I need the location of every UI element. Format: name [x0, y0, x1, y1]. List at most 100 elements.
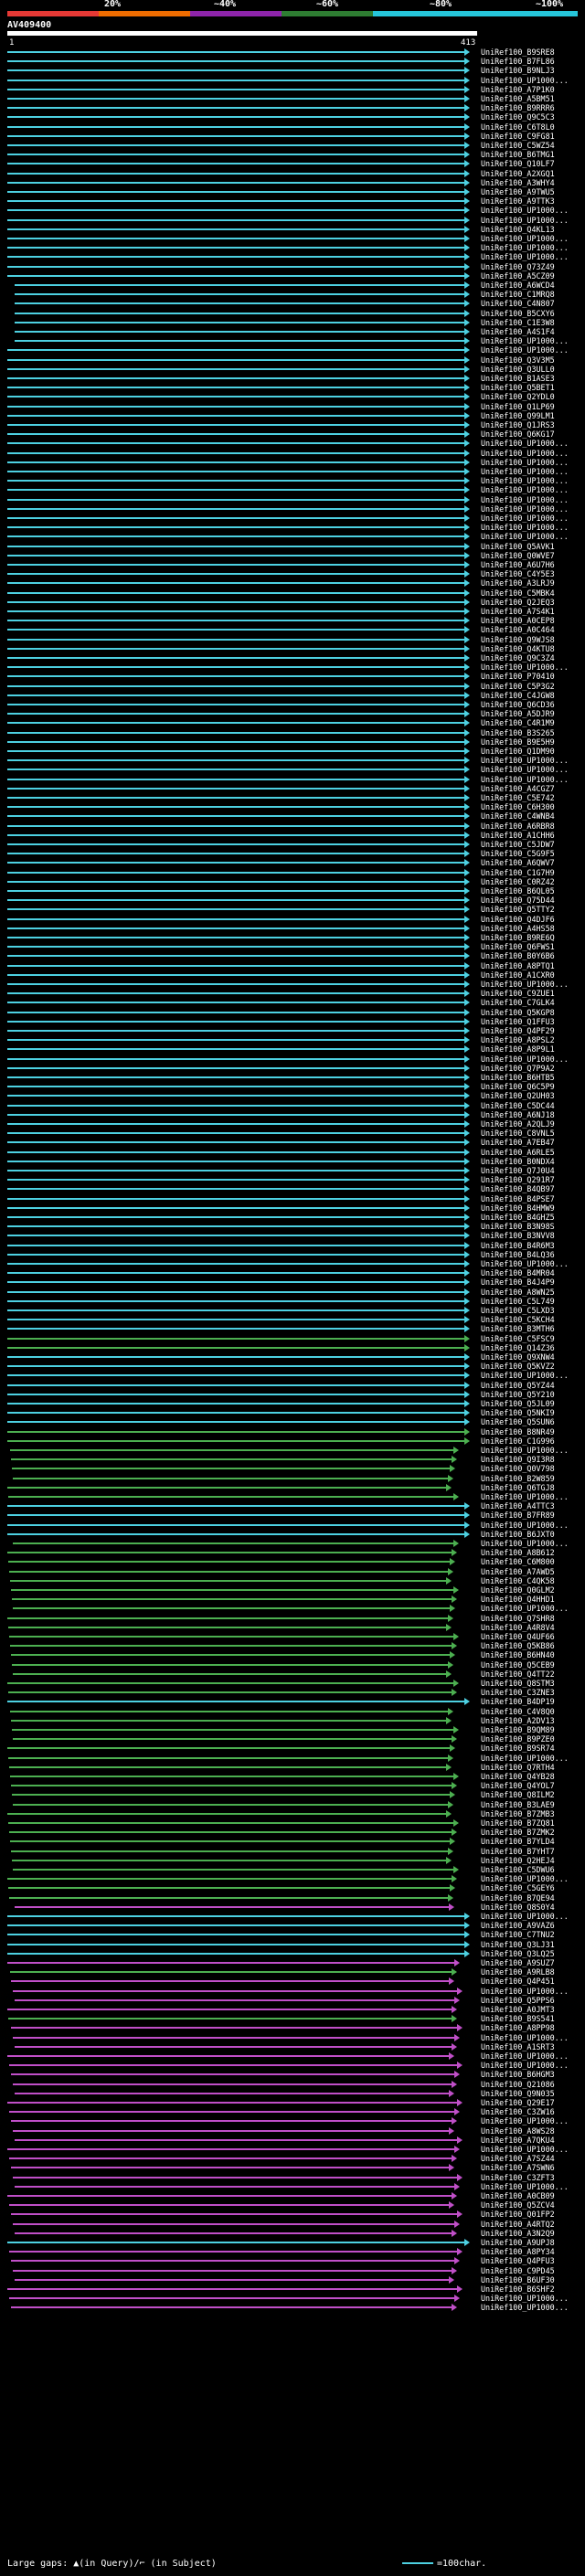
hit-row[interactable]: UniRef100_Q6KG17 [0, 429, 585, 439]
hit-row[interactable]: UniRef100_B4HMW9 [0, 1203, 585, 1213]
hit-row[interactable]: UniRef100_UP1000... [0, 336, 585, 345]
hit-row[interactable]: UniRef100_Q6TGJ8 [0, 1483, 585, 1492]
hit-name-link[interactable]: UniRef100_UP1000... [481, 504, 569, 514]
hit-name-link[interactable]: UniRef100_UP1000... [481, 532, 569, 541]
hit-name-link[interactable]: UniRef100_Q10LF7 [481, 159, 555, 168]
hit-row[interactable]: UniRef100_B6TMG1 [0, 150, 585, 159]
hit-row[interactable]: UniRef100_C5GEY6 [0, 1883, 585, 1892]
hit-row[interactable]: UniRef100_B4J4P9 [0, 1277, 585, 1287]
hit-row[interactable]: UniRef100_Q14Z36 [0, 1343, 585, 1352]
hit-name-link[interactable]: UniRef100_UP1000... [481, 243, 569, 252]
hit-row[interactable]: UniRef100_C9ZUE1 [0, 989, 585, 998]
hit-name-link[interactable]: UniRef100_Q5ZCV4 [481, 2200, 555, 2210]
hit-row[interactable]: UniRef100_UP1000... [0, 523, 585, 532]
hit-name-link[interactable]: UniRef100_B2W859 [481, 1474, 555, 1483]
hit-name-link[interactable]: UniRef100_Q5KVZ2 [481, 1362, 555, 1371]
hit-name-link[interactable]: UniRef100_A4S1F4 [481, 327, 555, 336]
hit-row[interactable]: UniRef100_UP1000... [0, 2182, 585, 2191]
hit-row[interactable]: UniRef100_Q1DM90 [0, 747, 585, 756]
hit-name-link[interactable]: UniRef100_Q75D44 [481, 896, 555, 905]
hit-row[interactable]: UniRef100_A3WHY4 [0, 178, 585, 187]
hit-name-link[interactable]: UniRef100_A0CEP8 [481, 616, 555, 625]
hit-name-link[interactable]: UniRef100_UP1000... [481, 1754, 569, 1763]
hit-row[interactable]: UniRef100_B6HGM3 [0, 2070, 585, 2079]
hit-name-link[interactable]: UniRef100_A4HS58 [481, 924, 555, 933]
hit-name-link[interactable]: UniRef100_A6QWV7 [481, 858, 555, 867]
hit-row[interactable]: UniRef100_B9SR74 [0, 1744, 585, 1753]
hit-name-link[interactable]: UniRef100_B8NR49 [481, 1427, 555, 1436]
hit-row[interactable]: UniRef100_UP1000... [0, 2051, 585, 2061]
hit-row[interactable]: UniRef100_UP1000... [0, 1539, 585, 1548]
hit-name-link[interactable]: UniRef100_B9QM89 [481, 1725, 555, 1734]
hit-name-link[interactable]: UniRef100_Q4DJF6 [481, 915, 555, 924]
hit-name-link[interactable]: UniRef100_Q6CD36 [481, 700, 555, 709]
hit-name-link[interactable]: UniRef100_Q73Z49 [481, 262, 555, 271]
hit-row[interactable]: UniRef100_Q4DJF6 [0, 915, 585, 924]
hit-row[interactable]: UniRef100_C3ZNE3 [0, 1688, 585, 1697]
hit-row[interactable]: UniRef100_B9RE6Q [0, 933, 585, 942]
hit-name-link[interactable]: UniRef100_B9E5H9 [481, 737, 555, 747]
hit-name-link[interactable]: UniRef100_B7YLD4 [481, 1837, 555, 1846]
hit-row[interactable]: UniRef100_UP1000... [0, 514, 585, 523]
hit-name-link[interactable]: UniRef100_B4HMW9 [481, 1203, 555, 1213]
hit-name-link[interactable]: UniRef100_C7GLK4 [481, 998, 555, 1007]
hit-row[interactable]: UniRef100_A7S4K1 [0, 607, 585, 616]
hit-row[interactable]: UniRef100_B9SRE8 [0, 48, 585, 57]
hit-row[interactable]: UniRef100_UP1000... [0, 1874, 585, 1883]
hit-name-link[interactable]: UniRef100_B6JXT0 [481, 1530, 555, 1539]
hit-name-link[interactable]: UniRef100_C3ZNE3 [481, 1688, 555, 1697]
hit-row[interactable]: UniRef100_UP1000... [0, 1987, 585, 1996]
hit-row[interactable]: UniRef100_Q9XNW4 [0, 1352, 585, 1362]
hit-name-link[interactable]: UniRef100_Q7P9A2 [481, 1064, 555, 1073]
hit-name-link[interactable]: UniRef100_UP1000... [481, 2061, 569, 2070]
hit-name-link[interactable]: UniRef100_A2DV13 [481, 1716, 555, 1725]
hit-name-link[interactable]: UniRef100_A7EB47 [481, 1138, 555, 1147]
hit-row[interactable]: UniRef100_A4TTC3 [0, 1501, 585, 1511]
hit-name-link[interactable]: UniRef100_A0JMT3 [481, 2005, 555, 2014]
hit-row[interactable]: UniRef100_C9PD45 [0, 2266, 585, 2275]
hit-name-link[interactable]: UniRef100_C6H300 [481, 802, 555, 811]
hit-row[interactable]: UniRef100_A6WCD4 [0, 281, 585, 290]
hit-row[interactable]: UniRef100_Q4P451 [0, 1977, 585, 1986]
hit-row[interactable]: UniRef100_C5G9F5 [0, 849, 585, 858]
hit-row[interactable]: UniRef100_Q29E17 [0, 2098, 585, 2107]
hit-row[interactable]: UniRef100_A8WN25 [0, 1288, 585, 1297]
hit-row[interactable]: UniRef100_A1SRT3 [0, 2042, 585, 2051]
hit-row[interactable]: UniRef100_B0Y6B6 [0, 951, 585, 960]
hit-row[interactable]: UniRef100_Q5TTY2 [0, 905, 585, 914]
hit-row[interactable]: UniRef100_Q9I3R8 [0, 1455, 585, 1464]
hit-row[interactable]: UniRef100_B9E5H9 [0, 737, 585, 747]
hit-row[interactable]: UniRef100_UP1000... [0, 2061, 585, 2070]
hit-name-link[interactable]: UniRef100_C4QK58 [481, 1576, 555, 1585]
hit-row[interactable]: UniRef100_C6M800 [0, 1557, 585, 1566]
hit-name-link[interactable]: UniRef100_Q0GLM2 [481, 1585, 555, 1595]
hit-row[interactable]: UniRef100_C1G7H9 [0, 868, 585, 877]
hit-row[interactable]: UniRef100_A9RLB8 [0, 1967, 585, 1977]
hit-name-link[interactable]: UniRef100_Q1LP69 [481, 402, 555, 411]
hit-row[interactable]: UniRef100_B2W859 [0, 1474, 585, 1483]
hit-name-link[interactable]: UniRef100_B7QE94 [481, 1893, 555, 1903]
hit-row[interactable]: UniRef100_Q3LJ31 [0, 1940, 585, 1949]
hit-name-link[interactable]: UniRef100_Q2YDL0 [481, 392, 555, 401]
hit-row[interactable]: UniRef100_Q75D44 [0, 896, 585, 905]
hit-name-link[interactable]: UniRef100_B4PSE7 [481, 1194, 555, 1203]
hit-row[interactable]: UniRef100_UP1000... [0, 1492, 585, 1501]
hit-name-link[interactable]: UniRef100_UP1000... [481, 523, 569, 532]
hit-name-link[interactable]: UniRef100_B9PZE0 [481, 1734, 555, 1744]
hit-row[interactable]: UniRef100_C5MBK4 [0, 588, 585, 598]
hit-name-link[interactable]: UniRef100_C3ZW16 [481, 2107, 555, 2116]
hit-row[interactable]: UniRef100_A8PP98 [0, 2023, 585, 2032]
hit-row[interactable]: UniRef100_A4S1F4 [0, 327, 585, 336]
hit-name-link[interactable]: UniRef100_C9ZUE1 [481, 989, 555, 998]
hit-row[interactable]: UniRef100_Q5KVZ2 [0, 1362, 585, 1371]
hit-name-link[interactable]: UniRef100_Q3ULL0 [481, 365, 555, 374]
hit-row[interactable]: UniRef100_B6HN40 [0, 1650, 585, 1659]
hit-row[interactable]: UniRef100_Q5NKI9 [0, 1408, 585, 1417]
hit-row[interactable]: UniRef100_Q4HHD1 [0, 1595, 585, 1604]
hit-row[interactable]: UniRef100_B4LQ36 [0, 1250, 585, 1259]
hit-name-link[interactable]: UniRef100_A7AWD5 [481, 1567, 555, 1576]
hit-name-link[interactable]: UniRef100_UP1000... [481, 2033, 569, 2042]
hit-name-link[interactable]: UniRef100_Q29E17 [481, 2098, 555, 2107]
hit-name-link[interactable]: UniRef100_C6T8L0 [481, 122, 555, 132]
hit-row[interactable]: UniRef100_C4QK58 [0, 1576, 585, 1585]
